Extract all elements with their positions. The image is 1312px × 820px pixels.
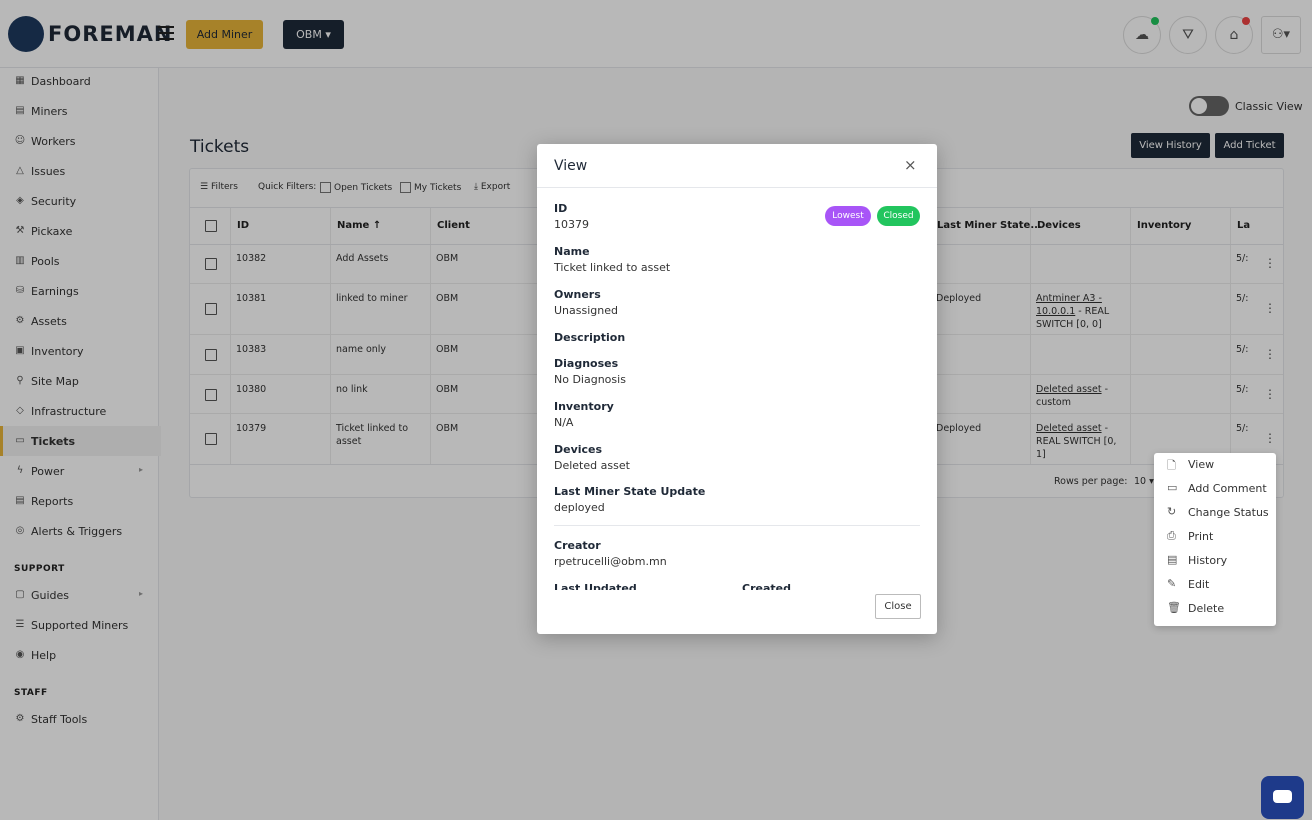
menu-item-edit[interactable]: ✎ Edit <box>1154 573 1276 597</box>
close-icon[interactable]: × <box>904 156 917 174</box>
menu-item-change-status[interactable]: ↻ Change Status <box>1154 501 1276 525</box>
refresh-icon: ↻ <box>1167 505 1177 518</box>
status-badge: Closed <box>877 206 920 226</box>
modal-scroll-clip: Last Updated Created <box>537 580 937 590</box>
field-label-inventory: Inventory <box>554 400 614 413</box>
menu-item-history[interactable]: ▤ History <box>1154 549 1276 573</box>
field-label-last-miner-state: Last Miner State Update <box>554 485 706 498</box>
field-value-creator: rpetrucelli@obm.mn <box>554 555 667 568</box>
history-icon: ▤ <box>1167 553 1178 566</box>
modal-header-divider <box>537 187 937 188</box>
trash-icon: 🗑 <box>1167 601 1181 614</box>
modal-title: View <box>554 158 588 174</box>
field-value-owners: Unassigned <box>554 304 618 317</box>
print-icon: ⎙ <box>1167 529 1176 542</box>
menu-item-label: Delete <box>1188 602 1225 615</box>
close-button[interactable]: Close <box>875 594 921 619</box>
field-label-owners: Owners <box>554 288 601 301</box>
field-label-id: ID <box>554 202 568 215</box>
chat-widget-button[interactable] <box>1261 776 1304 819</box>
field-value-inventory: N/A <box>554 416 574 429</box>
chat-bubble-icon <box>1273 790 1292 803</box>
view-ticket-modal: View × Lowest Closed ID 10379 Name Ticke… <box>537 144 937 634</box>
row-context-menu: 🗋 View ▭ Add Comment ↻ Change Status ⎙ Print… <box>1154 453 1276 626</box>
field-label-last-updated: Last Updated <box>554 582 637 590</box>
menu-item-add-comment[interactable]: ▭ Add Comment <box>1154 477 1276 501</box>
menu-item-print[interactable]: ⎙ Print <box>1154 525 1276 549</box>
field-value-name: Ticket linked to asset <box>554 261 671 274</box>
field-value-id: 10379 <box>554 218 589 231</box>
comment-icon: ▭ <box>1167 481 1178 494</box>
field-value-diagnoses: No Diagnosis <box>554 373 626 386</box>
field-label-diagnoses: Diagnoses <box>554 357 619 370</box>
pencil-icon: ✎ <box>1167 577 1177 590</box>
menu-item-label: Print <box>1188 530 1214 543</box>
menu-item-view[interactable]: 🗋 View <box>1154 453 1276 477</box>
field-label-devices: Devices <box>554 443 603 456</box>
field-value-last-miner-state: deployed <box>554 501 605 514</box>
field-label-creator: Creator <box>554 539 601 552</box>
field-label-description: Description <box>554 331 626 344</box>
field-label-name: Name <box>554 245 590 258</box>
menu-item-label: View <box>1188 458 1215 471</box>
menu-item-label: Change Status <box>1188 506 1269 519</box>
field-value-devices: Deleted asset <box>554 459 630 472</box>
field-label-created: Created <box>742 582 791 590</box>
menu-item-label: History <box>1188 554 1228 567</box>
menu-item-label: Edit <box>1188 578 1210 591</box>
menu-item-delete[interactable]: 🗑 Delete <box>1154 597 1276 621</box>
priority-badge: Lowest <box>825 206 871 226</box>
document-icon: 🗋 <box>1167 459 1176 472</box>
modal-section-divider <box>554 525 920 526</box>
menu-item-label: Add Comment <box>1188 482 1267 495</box>
